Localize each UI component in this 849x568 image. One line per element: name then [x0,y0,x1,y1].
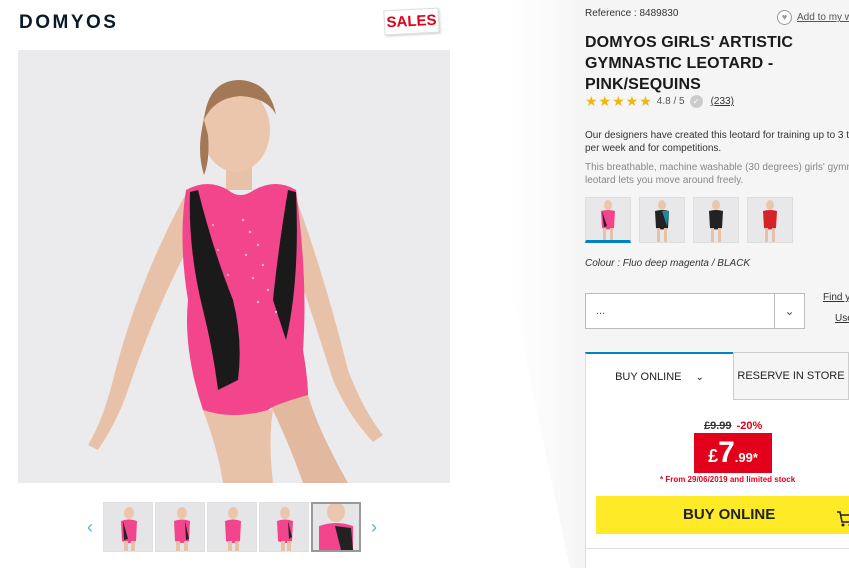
thumbnail-next-arrow[interactable]: › [366,512,382,542]
product-description-secondary: This breathable, machine washable (30 de… [585,162,849,186]
tab-buy-online-label: BUY ONLINE [615,371,682,383]
product-info-panel: Reference : 8489830 ♥ Add to my w DOMYOS… [575,0,849,568]
buy-online-button[interactable]: BUY ONLINE [596,496,849,534]
review-count-link[interactable]: (233) [711,96,734,107]
main-product-image[interactable] [18,50,450,483]
purchase-tabs: BUY ONLINE ⌄ RESERVE IN STORE [585,352,849,400]
discount-badge: -20% [736,420,763,432]
thumbnail-5[interactable] [311,502,361,552]
cart-icon [836,505,849,543]
gymnast-illustration [18,50,450,483]
current-price: £ 7 .99 * [694,433,772,473]
tab-reserve-in-store[interactable]: RESERVE IN STORE [733,352,849,400]
price-note: * From 29/06/2019 and limited stock [660,475,796,484]
chevron-down-icon: ⌄ [774,294,804,328]
wishlist-label: Add to my w [797,12,849,23]
product-gallery: DOMYOS SALES ‹ › [0,0,470,568]
thumbnail-2[interactable] [155,502,205,552]
price-decimal: .99 [734,450,753,465]
verified-check-icon: ✓ [689,95,703,108]
product-title: DOMYOS GIRLS' ARTISTIC GYMNASTIC LEOTARD… [585,34,794,93]
product-rating[interactable]: ★★★★★ 4.8 / 5 ✓ (233) [585,93,734,110]
old-price: £9.99 -20% [704,420,762,432]
thumbnail-1[interactable] [103,502,153,552]
size-select[interactable]: ... ⌄ [585,293,805,329]
tab-buy-online[interactable]: BUY ONLINE ⌄ [585,352,733,400]
size-guide-link[interactable]: Use [835,313,849,324]
heart-icon: ♥ [777,10,792,25]
product-description: Our designers have created this leotard … [585,130,849,154]
buy-online-label: BUY ONLINE [683,506,776,523]
colour-label: Colour : Fluo deep magenta / BLACK [585,258,751,269]
find-size-link[interactable]: Find y [823,292,849,303]
swatch-teal[interactable] [639,197,685,243]
swatch-red[interactable] [747,197,793,243]
price-asterisk: * [752,450,758,465]
product-reference: Reference : 8489830 [585,8,679,19]
price-currency: £ [708,446,719,466]
old-price-value: £9.99 [704,420,732,432]
divider [586,548,849,549]
thumbnail-prev-arrow[interactable]: ‹ [82,512,98,542]
brand-logo[interactable]: DOMYOS [19,12,118,34]
sales-badge: SALES [383,7,440,36]
thumbnail-3[interactable] [207,502,257,552]
chevron-down-icon: ⌄ [695,371,704,383]
size-select-value: ... [596,305,606,317]
thumbnail-4[interactable] [259,502,309,552]
thumbnail-carousel: ‹ › [82,500,382,554]
colour-swatches [585,197,801,243]
tab-reserve-label: RESERVE IN STORE [737,370,845,382]
price-integer: 7 [718,436,735,469]
wishlist-link[interactable]: ♥ Add to my w [777,10,849,25]
buy-box: £9.99 -20% £ 7 .99 * * From 29/06/2019 a… [585,400,849,568]
star-rating-icon: ★★★★★ [585,93,653,109]
swatch-pink[interactable] [585,197,631,243]
swatch-black[interactable] [693,197,739,243]
rating-score: 4.8 / 5 [656,96,685,107]
